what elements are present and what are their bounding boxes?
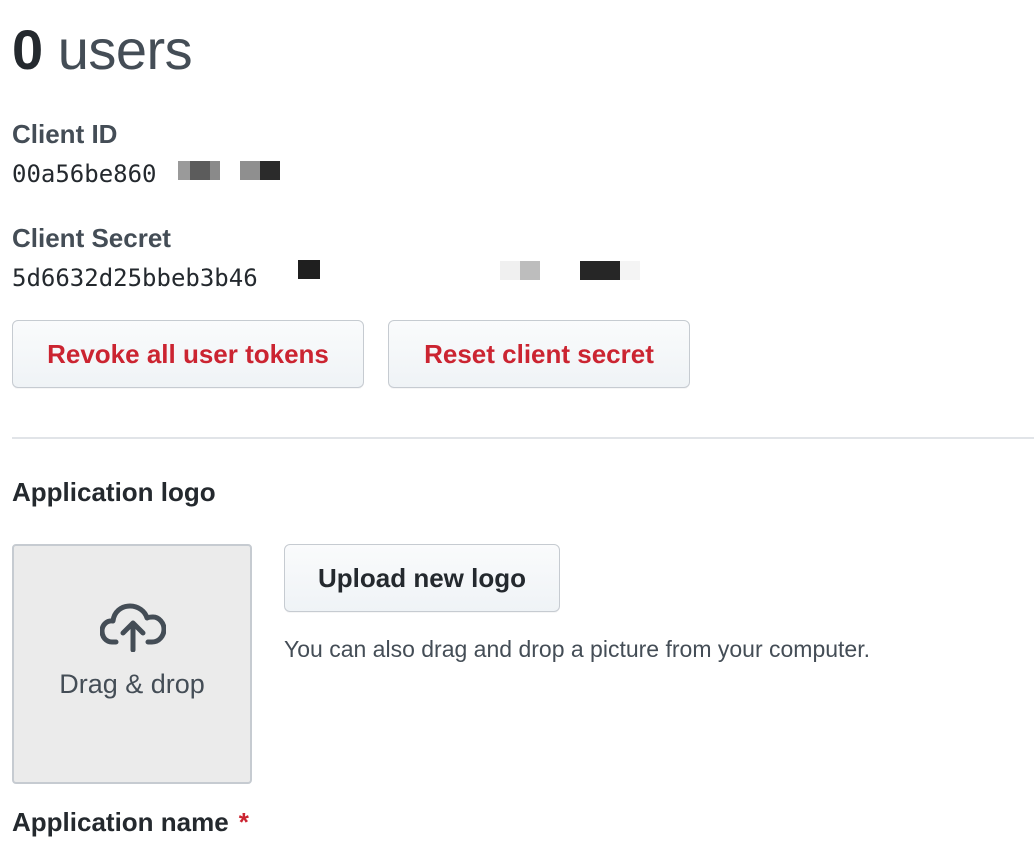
revoke-all-user-tokens-button[interactable]: Revoke all user tokens xyxy=(12,320,364,388)
users-count: 0 xyxy=(12,18,43,81)
upload-new-logo-button[interactable]: Upload new logo xyxy=(284,544,560,612)
dropzone-label: Drag & drop xyxy=(59,669,205,699)
users-label: users xyxy=(57,18,193,81)
required-marker: * xyxy=(238,807,249,837)
users-count-heading: 0 users xyxy=(12,18,193,82)
logo-upload-hint: You can also drag and drop a picture fro… xyxy=(284,636,870,662)
client-id-value: 00a56be860 xyxy=(12,160,157,188)
application-name-text: Application name xyxy=(12,807,229,837)
section-divider xyxy=(12,437,1034,439)
client-secret-value: 5d6632d25bbeb3b46 xyxy=(12,264,258,292)
client-secret-label: Client Secret xyxy=(12,223,171,253)
reset-client-secret-button[interactable]: Reset client secret xyxy=(388,320,690,388)
application-logo-heading: Application logo xyxy=(12,477,216,507)
client-id-label: Client ID xyxy=(12,119,118,149)
cloud-upload-icon xyxy=(100,603,166,652)
application-name-label: Application name * xyxy=(12,806,249,838)
logo-dropzone[interactable]: Drag & drop xyxy=(12,544,252,784)
